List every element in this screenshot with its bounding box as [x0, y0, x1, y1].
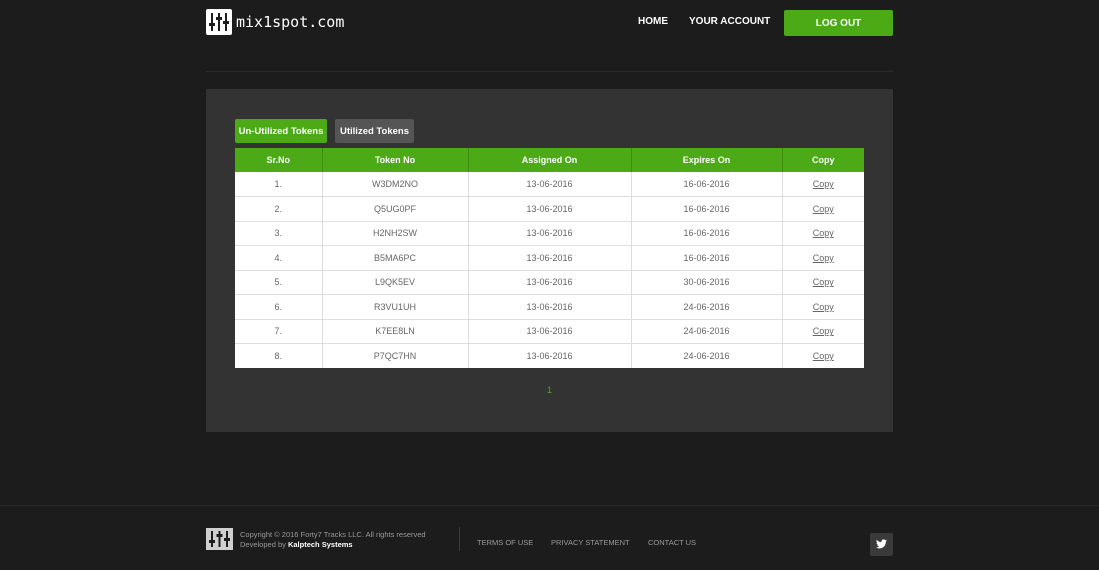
footer-divider	[459, 527, 460, 551]
cell-sr-no: 5.	[235, 270, 323, 295]
copy-link[interactable]: Copy	[813, 179, 834, 189]
copy-link[interactable]: Copy	[813, 351, 834, 361]
page-link-current[interactable]: 1	[547, 385, 552, 395]
copy-link[interactable]: Copy	[813, 228, 834, 238]
cell-token: R3VU1UH	[322, 294, 469, 320]
table-row: 5. L9QK5EV 13-06-2016 30-06-2016 Copy	[235, 270, 864, 295]
cell-sr-no: 8.	[235, 343, 323, 368]
column-header-sr-no: Sr.No	[235, 148, 323, 172]
column-header-assigned-on: Assigned On	[468, 148, 632, 172]
developer-name[interactable]: Kalptech Systems	[288, 540, 353, 549]
site-footer: Copyright © 2016 Forty7 Tracks LLC. All …	[0, 505, 1099, 570]
mixer-sliders-icon	[206, 9, 232, 35]
cell-sr-no: 3.	[235, 221, 323, 246]
cell-assigned-on: 13-06-2016	[468, 172, 632, 197]
cell-copy: Copy	[782, 270, 864, 295]
pagination: 1	[206, 385, 893, 395]
tab-utilized-tokens[interactable]: Utilized Tokens	[335, 119, 414, 143]
cell-assigned-on: 13-06-2016	[468, 343, 632, 368]
logo-text: mix1spot.com	[236, 13, 345, 31]
copyright-text: Copyright © 2016 Forty7 Tracks LLC. All …	[240, 530, 426, 539]
cell-sr-no: 1.	[235, 172, 323, 197]
footer-copyright: Copyright © 2016 Forty7 Tracks LLC. All …	[240, 530, 426, 550]
logo[interactable]: mix1spot.com	[206, 9, 344, 35]
cell-assigned-on: 13-06-2016	[468, 221, 632, 246]
table-row: 1. W3DM2NO 13-06-2016 16-06-2016 Copy	[235, 172, 864, 197]
cell-expires-on: 30-06-2016	[631, 270, 783, 295]
cell-sr-no: 7.	[235, 319, 323, 344]
copy-link[interactable]: Copy	[813, 253, 834, 263]
cell-token: B5MA6PC	[322, 245, 469, 271]
cell-expires-on: 24-06-2016	[631, 343, 783, 368]
cell-assigned-on: 13-06-2016	[468, 196, 632, 222]
cell-assigned-on: 13-06-2016	[468, 270, 632, 295]
table-row: 6. R3VU1UH 13-06-2016 24-06-2016 Copy	[235, 294, 864, 320]
cell-copy: Copy	[782, 344, 864, 369]
table-row: 3. H2NH2SW 13-06-2016 16-06-2016 Copy	[235, 221, 864, 246]
cell-assigned-on: 13-06-2016	[468, 294, 632, 320]
copy-link[interactable]: Copy	[813, 277, 834, 287]
table-header-row: Sr.No Token No Assigned On Expires On Co…	[235, 148, 864, 172]
logout-button[interactable]: LOG OUT	[784, 10, 893, 36]
cell-token: Q5UG0PF	[322, 196, 469, 222]
cell-copy: Copy	[782, 221, 864, 246]
cell-expires-on: 16-06-2016	[631, 221, 783, 246]
tab-unutilized-tokens[interactable]: Un-Utilized Tokens	[235, 119, 327, 143]
column-header-expires-on: Expires On	[631, 148, 783, 172]
copy-link[interactable]: Copy	[813, 326, 834, 336]
cell-token: K7EE8LN	[322, 319, 469, 344]
copy-link[interactable]: Copy	[813, 302, 834, 312]
cell-copy: Copy	[782, 245, 864, 271]
nav-home[interactable]: HOME	[638, 16, 668, 27]
cell-sr-no: 4.	[235, 245, 323, 271]
cell-expires-on: 16-06-2016	[631, 245, 783, 271]
twitter-button[interactable]	[870, 533, 893, 556]
cell-sr-no: 6.	[235, 294, 323, 320]
header-divider	[206, 71, 893, 72]
table-row: 4. B5MA6PC 13-06-2016 16-06-2016 Copy	[235, 245, 864, 271]
tokens-table: Sr.No Token No Assigned On Expires On Co…	[235, 148, 864, 368]
cell-token: H2NH2SW	[322, 221, 469, 246]
footer-logo-icon	[206, 528, 233, 550]
footer-link-privacy[interactable]: PRIVACY STATEMENT	[551, 538, 630, 547]
developed-by-prefix: Developed by	[240, 540, 286, 549]
column-header-copy: Copy	[782, 148, 864, 172]
cell-sr-no: 2.	[235, 196, 323, 222]
cell-token: W3DM2NO	[322, 172, 469, 197]
footer-link-contact[interactable]: CONTACT US	[648, 538, 696, 547]
cell-expires-on: 16-06-2016	[631, 172, 783, 197]
table-row: 2. Q5UG0PF 13-06-2016 16-06-2016 Copy	[235, 196, 864, 222]
table-row: 8. P7QC7HN 13-06-2016 24-06-2016 Copy	[235, 343, 864, 369]
site-header: mix1spot.com HOME YOUR ACCOUNT LOG OUT	[0, 0, 1099, 50]
tokens-panel: Un-Utilized Tokens Utilized Tokens Sr.No…	[206, 89, 893, 432]
copy-link[interactable]: Copy	[813, 204, 834, 214]
cell-token: L9QK5EV	[322, 270, 469, 295]
table-row: 7. K7EE8LN 13-06-2016 24-06-2016 Copy	[235, 319, 864, 344]
cell-copy: Copy	[782, 319, 864, 344]
column-header-token-no: Token No	[322, 148, 469, 172]
twitter-icon	[876, 536, 887, 554]
footer-link-terms[interactable]: TERMS OF USE	[477, 538, 533, 547]
developed-by: Developed by Kalptech Systems	[240, 540, 426, 550]
cell-copy: Copy	[782, 172, 864, 197]
cell-copy: Copy	[782, 294, 864, 320]
cell-expires-on: 16-06-2016	[631, 196, 783, 222]
cell-copy: Copy	[782, 196, 864, 222]
cell-expires-on: 24-06-2016	[631, 319, 783, 344]
cell-token: P7QC7HN	[322, 343, 469, 368]
cell-expires-on: 24-06-2016	[631, 294, 783, 320]
cell-assigned-on: 13-06-2016	[468, 319, 632, 344]
cell-assigned-on: 13-06-2016	[468, 245, 632, 271]
nav-your-account[interactable]: YOUR ACCOUNT	[689, 16, 770, 27]
